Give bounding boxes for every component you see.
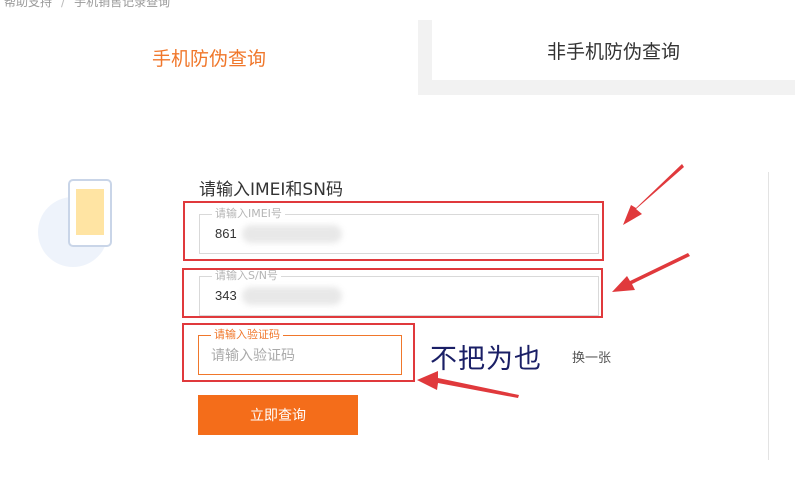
annotation-arrows: [417, 164, 690, 398]
arrow-annotation-captcha: [417, 371, 519, 398]
arrow-annotation-imei: [623, 164, 684, 225]
arrow-annotation-sn: [612, 253, 690, 292]
